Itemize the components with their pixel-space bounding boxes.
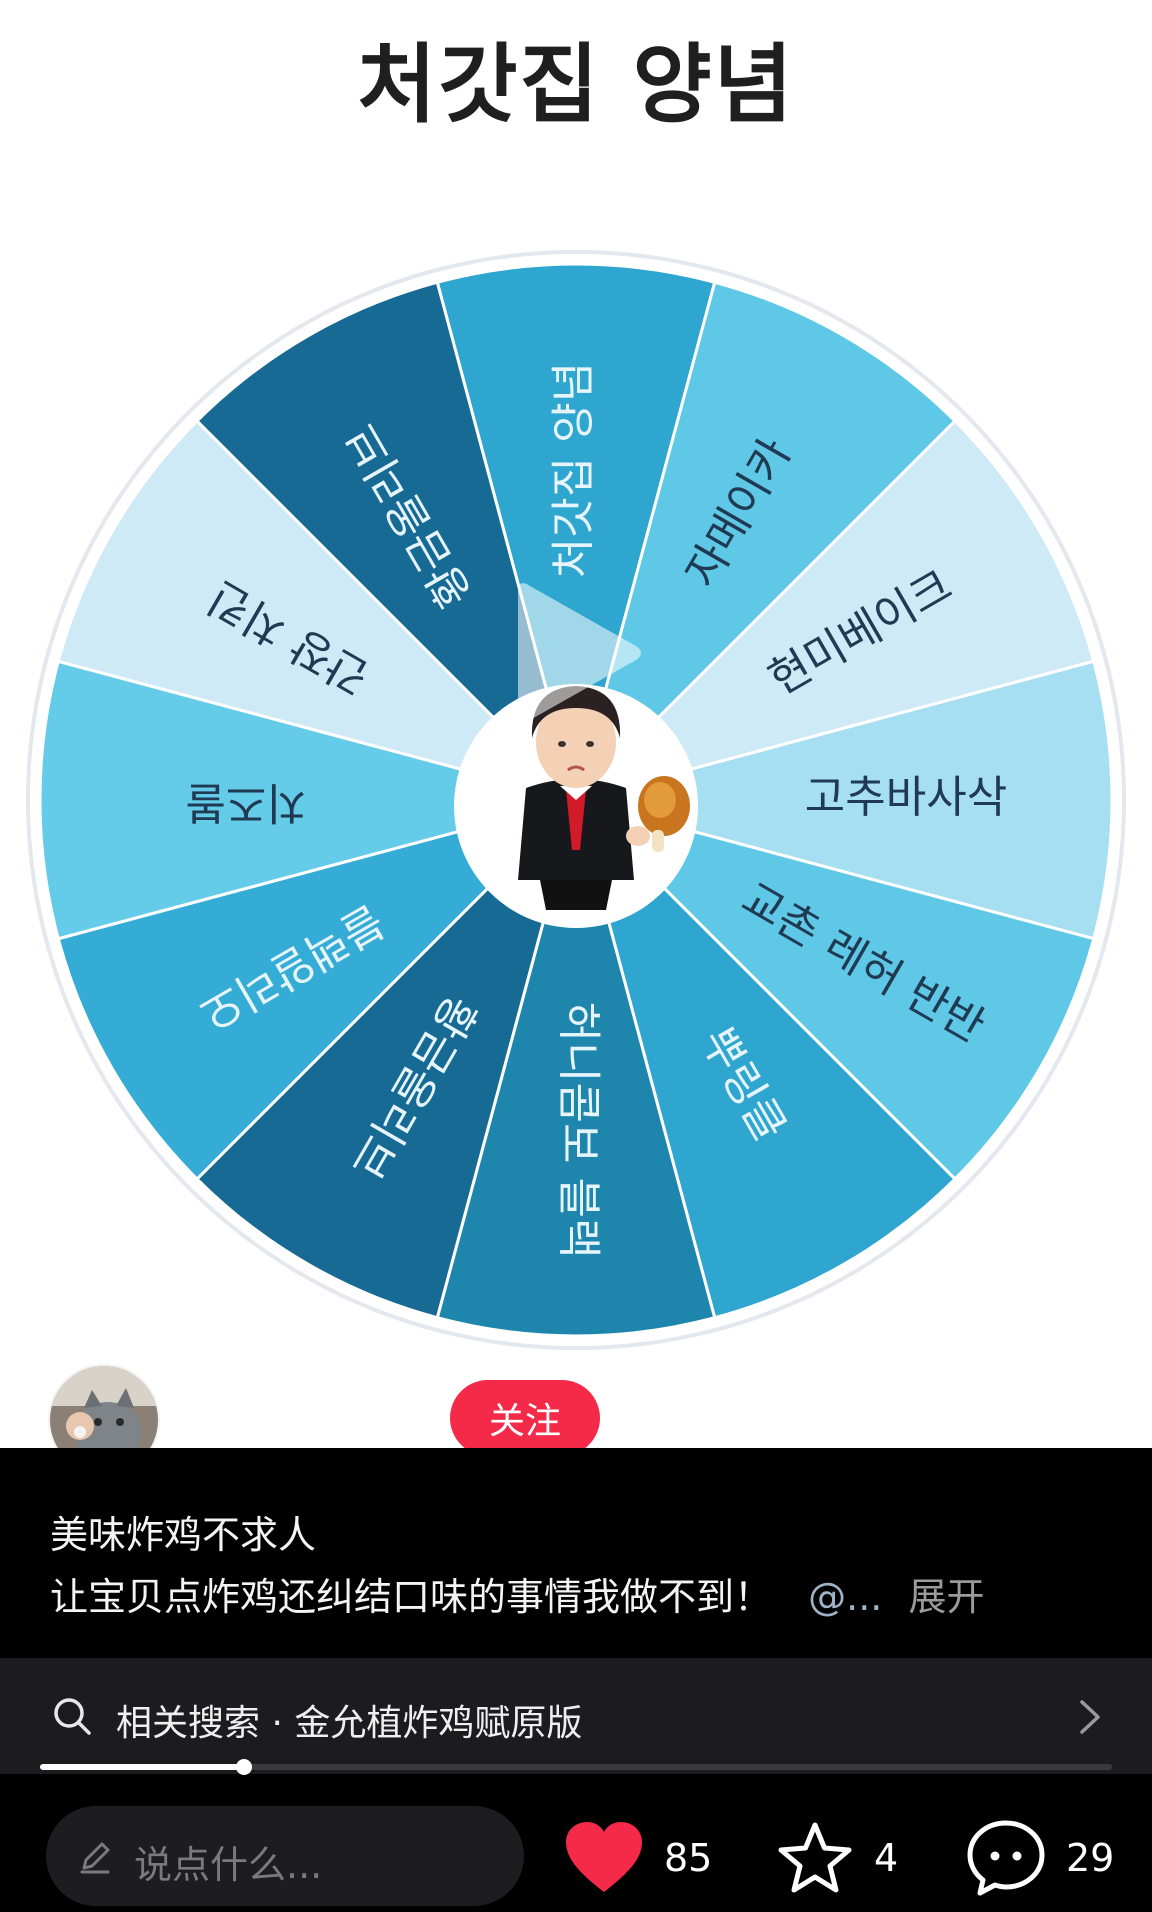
chat-bubble-icon — [967, 1820, 1045, 1896]
comments-button[interactable]: 29 — [966, 1820, 1114, 1896]
favorite-count: 4 — [874, 1836, 899, 1880]
star-icon — [778, 1822, 852, 1893]
play-icon[interactable] — [500, 578, 650, 728]
comment-count: 29 — [1066, 1836, 1115, 1880]
pencil-icon — [80, 1842, 110, 1874]
follow-button[interactable]: 关注 — [450, 1380, 600, 1448]
search-icon — [54, 1698, 91, 1735]
wheel-segment-label: 처갓집 양념 — [548, 362, 599, 578]
progress-fill — [40, 1764, 244, 1770]
like-count: 85 — [664, 1836, 713, 1880]
comment-placeholder: 说点什么... — [134, 1843, 323, 1887]
expand-button[interactable]: 展开 — [908, 1575, 984, 1619]
comment-input[interactable]: 说点什么... — [46, 1806, 524, 1906]
like-button[interactable]: 85 — [564, 1820, 712, 1896]
wheel-segment-label: 고추바사삭 — [805, 772, 1007, 823]
related-search-text: 相关搜索 · 金允植炸鸡赋原版 — [116, 1703, 583, 1744]
wheel-segment-label: 허니콤보 블랙 — [553, 1002, 604, 1259]
progress-handle[interactable] — [235, 1759, 252, 1775]
post-info-panel: 美味炸鸡不求人 让宝贝点炸鸡还纠结口味的事情我做不到！ @... 展开 相关搜索… — [0, 1448, 1152, 1912]
video-progress-bar[interactable] — [40, 1759, 1112, 1775]
post-description: 让宝贝点炸鸡还纠结口味的事情我做不到！ @... 展开 — [50, 1566, 984, 1621]
related-search-bar[interactable]: 相关搜索 · 金允植炸鸡赋原版 — [0, 1658, 1152, 1774]
post-title: 美味炸鸡不求人 — [50, 1513, 317, 1557]
heart-icon — [566, 1822, 642, 1892]
mention-link[interactable]: @... — [808, 1575, 882, 1619]
video-player[interactable]: 처갓집 양념 처갓집 양념 자메이카 현미베이크 고추바사삭 교촌 레허 반반 뿌링클 허니… — [0, 0, 1152, 1448]
chevron-right-icon — [1080, 1700, 1100, 1734]
favorite-button[interactable]: 4 — [776, 1820, 898, 1896]
wheel-segment-label: 치즈볼 — [185, 777, 306, 828]
post-description-text: 让宝贝点炸鸡还纠结口味的事情我做不到！ — [50, 1575, 773, 1619]
cat-avatar-icon — [50, 1366, 158, 1448]
